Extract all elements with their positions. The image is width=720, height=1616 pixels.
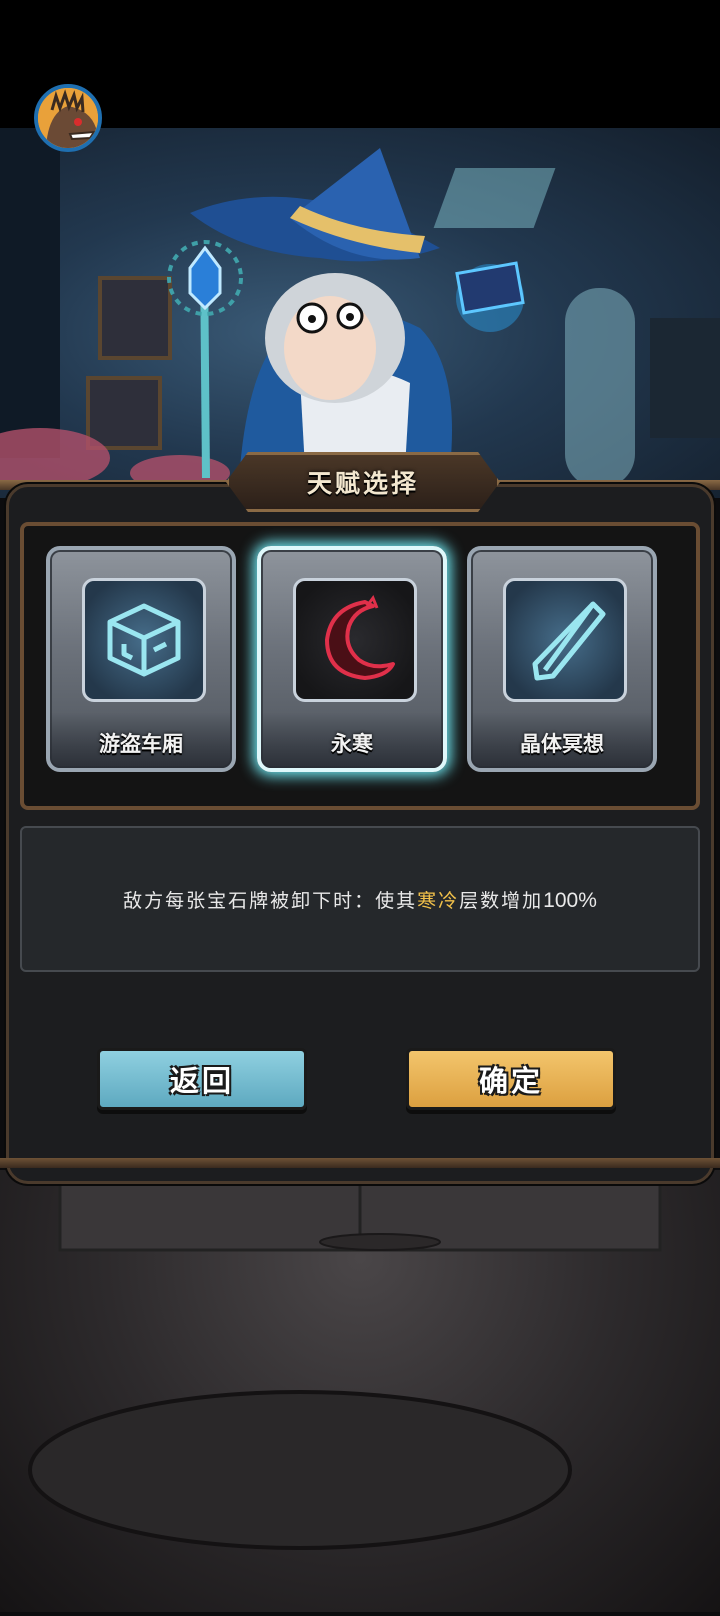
description-value: 100% xyxy=(543,888,597,912)
confirm-button-label: 确定 xyxy=(478,1064,543,1098)
back-button-label: 返回 xyxy=(169,1064,234,1098)
monster-portrait-icon xyxy=(38,88,98,148)
talent-description: 敌方每张宝石牌被卸下时：使其寒冷层数增加100% xyxy=(123,886,597,913)
top-bar xyxy=(0,0,720,128)
back-button[interactable]: 返回 xyxy=(97,1048,307,1110)
cube-icon xyxy=(107,603,181,677)
talent-name: 晶体冥想 xyxy=(520,732,604,756)
highlight-keyword: 寒冷 xyxy=(417,889,460,912)
panel-bottom-border xyxy=(0,1158,720,1168)
wizard-scene xyxy=(0,128,720,498)
floor-scene xyxy=(0,1168,720,1612)
talent-name: 永寒 xyxy=(331,732,373,756)
player-avatar[interactable] xyxy=(34,84,102,152)
talent-card-1[interactable]: 游盗车厢 xyxy=(46,546,236,772)
talent-icon-frame xyxy=(293,578,417,702)
talent-description-box: 敌方每张宝石牌被卸下时：使其寒冷层数增加100% xyxy=(20,826,700,972)
description-text: 敌方每张宝石牌被卸下时：使其 xyxy=(123,889,418,912)
crystal-icon xyxy=(532,601,606,681)
description-text-cont: 层数增加 xyxy=(459,889,544,912)
confirm-button[interactable]: 确定 xyxy=(406,1048,616,1110)
talent-icon-frame xyxy=(503,578,627,702)
talent-name: 游盗车厢 xyxy=(99,732,183,756)
floor-illustration xyxy=(28,1168,662,1550)
title-plaque: 天赋选择 xyxy=(226,452,500,512)
talent-icon-frame xyxy=(82,578,206,702)
crescent-moon-icon xyxy=(325,594,395,680)
talent-card-3[interactable]: 晶体冥想 xyxy=(467,546,657,772)
talent-card-2[interactable]: 永寒 xyxy=(257,546,447,772)
page-title: 天赋选择 xyxy=(306,469,419,498)
wizard-character-illustration xyxy=(0,128,720,491)
